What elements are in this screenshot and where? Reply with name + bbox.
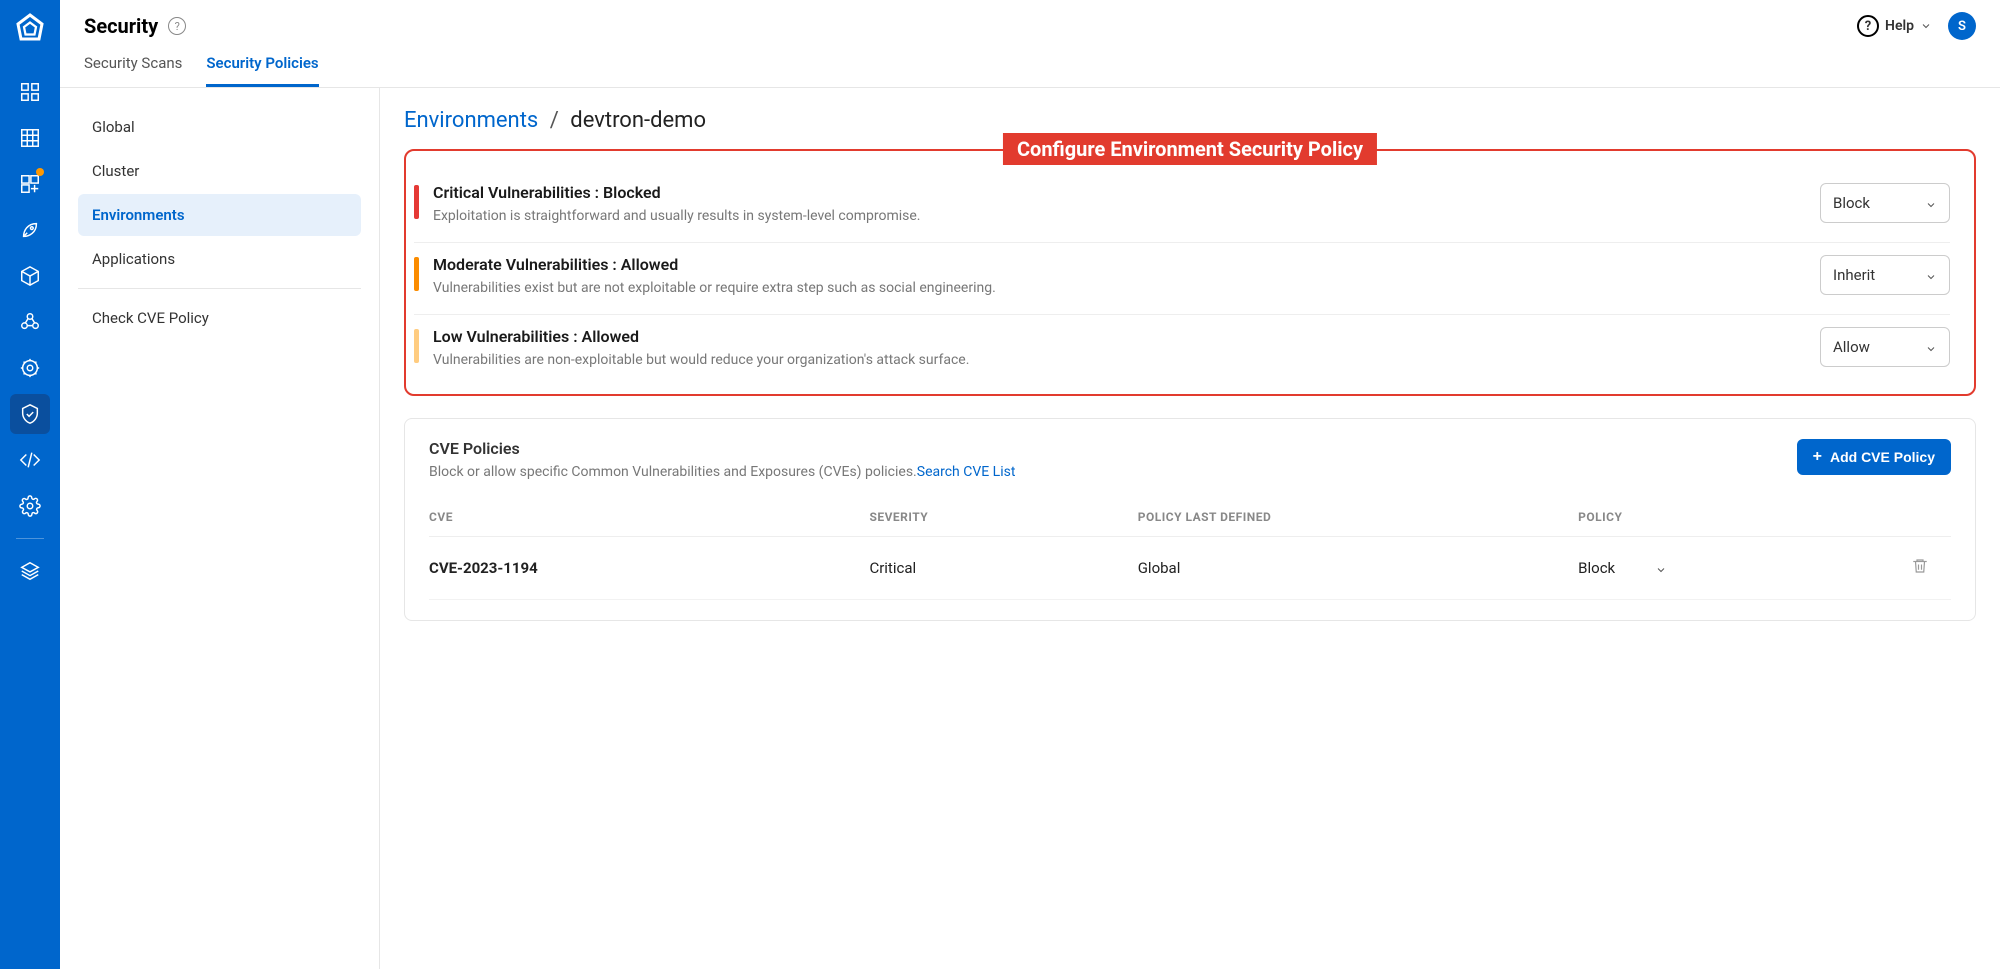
cve-policies-card: CVE Policies Block or allow specific Com… bbox=[404, 418, 1976, 621]
search-cve-link[interactable]: Search CVE List bbox=[917, 464, 1016, 480]
select-value: Allow bbox=[1833, 338, 1870, 356]
help-label: Help bbox=[1885, 18, 1914, 34]
cve-severity: Critical bbox=[869, 559, 1127, 577]
chevron-down-icon bbox=[1920, 20, 1932, 32]
nav-rail bbox=[0, 0, 60, 969]
breadcrumb: Environments / devtron-demo bbox=[404, 108, 1976, 133]
vuln-action-select-critical[interactable]: Block bbox=[1820, 183, 1950, 223]
tab-security-scans[interactable]: Security Scans bbox=[84, 54, 182, 87]
nav-cluster-icon[interactable] bbox=[10, 302, 50, 342]
vuln-desc: Vulnerabilities are non-exploitable but … bbox=[433, 352, 1806, 368]
nav-dashboard-icon[interactable] bbox=[10, 72, 50, 112]
vuln-action-select-low[interactable]: Allow bbox=[1820, 327, 1950, 367]
select-value: Block bbox=[1833, 194, 1870, 212]
avatar[interactable]: S bbox=[1948, 12, 1976, 40]
vuln-title: Moderate Vulnerabilities : Allowed bbox=[433, 255, 1806, 274]
severity-bar-moderate-icon bbox=[414, 257, 419, 291]
sidebar-divider bbox=[78, 288, 361, 289]
logo-icon[interactable] bbox=[12, 12, 48, 48]
breadcrumb-current: devtron-demo bbox=[570, 108, 706, 133]
col-last-defined: POLICY LAST DEFINED bbox=[1138, 510, 1568, 524]
chevron-down-icon bbox=[1925, 341, 1937, 353]
vuln-action-select-moderate[interactable]: Inherit bbox=[1820, 255, 1950, 295]
col-severity: SEVERITY bbox=[869, 510, 1127, 524]
cve-id[interactable]: CVE-2023-1194 bbox=[429, 559, 859, 577]
nav-code-icon[interactable] bbox=[10, 440, 50, 480]
vuln-row-critical: Critical Vulnerabilities : Blocked Explo… bbox=[414, 171, 1950, 243]
select-value: Inherit bbox=[1833, 266, 1875, 284]
nav-security-icon[interactable] bbox=[10, 394, 50, 434]
cve-policy-value: Block bbox=[1578, 559, 1615, 577]
add-cve-policy-button[interactable]: + Add CVE Policy bbox=[1797, 439, 1951, 475]
cve-card-subtitle: Block or allow specific Common Vulnerabi… bbox=[429, 464, 1015, 480]
tab-security-policies[interactable]: Security Policies bbox=[206, 54, 318, 87]
notification-dot-icon bbox=[36, 168, 44, 176]
col-cve: CVE bbox=[429, 510, 859, 524]
cve-table-row: CVE-2023-1194 Critical Global Block bbox=[429, 537, 1951, 600]
nav-apps-icon[interactable] bbox=[10, 164, 50, 204]
cve-card-title: CVE Policies bbox=[429, 439, 1015, 458]
vuln-desc: Exploitation is straightforward and usua… bbox=[433, 208, 1806, 224]
vuln-title: Critical Vulnerabilities : Blocked bbox=[433, 183, 1806, 202]
tabs: Security Scans Security Policies bbox=[60, 40, 2000, 88]
nav-rocket-icon[interactable] bbox=[10, 210, 50, 250]
sidebar-item-check-cve[interactable]: Check CVE Policy bbox=[78, 297, 361, 339]
severity-bar-critical-icon bbox=[414, 185, 419, 219]
col-policy: POLICY bbox=[1578, 510, 1901, 524]
callout-label: Configure Environment Security Policy bbox=[1003, 133, 1377, 165]
page-title: Security bbox=[84, 14, 158, 38]
delete-cve-button[interactable] bbox=[1911, 557, 1951, 579]
help-icon: ? bbox=[1857, 15, 1879, 37]
policy-sidebar: Global Cluster Environments Applications… bbox=[60, 88, 380, 969]
help-hint-icon[interactable]: ? bbox=[168, 17, 186, 35]
rail-divider bbox=[16, 538, 44, 539]
vuln-title: Low Vulnerabilities : Allowed bbox=[433, 327, 1806, 346]
nav-config-icon[interactable] bbox=[10, 486, 50, 526]
content-area: Environments / devtron-demo Configure En… bbox=[380, 88, 2000, 969]
sidebar-item-environments[interactable]: Environments bbox=[78, 194, 361, 236]
help-button[interactable]: ? Help bbox=[1857, 15, 1932, 37]
chevron-down-icon bbox=[1655, 562, 1667, 574]
sidebar-item-cluster[interactable]: Cluster bbox=[78, 150, 361, 192]
vuln-row-low: Low Vulnerabilities : Allowed Vulnerabil… bbox=[414, 315, 1950, 386]
cve-table-header: CVE SEVERITY POLICY LAST DEFINED POLICY bbox=[429, 510, 1951, 537]
vulnerability-policy-panel: Configure Environment Security Policy Cr… bbox=[404, 149, 1976, 396]
add-cve-label: Add CVE Policy bbox=[1830, 449, 1935, 465]
cve-last-defined: Global bbox=[1138, 559, 1568, 577]
chevron-down-icon bbox=[1925, 197, 1937, 209]
vuln-desc: Vulnerabilities exist but are not exploi… bbox=[433, 280, 1806, 296]
breadcrumb-sep: / bbox=[550, 108, 559, 133]
cve-policy-select[interactable]: Block bbox=[1578, 559, 1901, 577]
cve-card-subtitle-text: Block or allow specific Common Vulnerabi… bbox=[429, 464, 917, 480]
nav-settings-gear-icon[interactable] bbox=[10, 348, 50, 388]
page-header: Security ? ? Help S bbox=[60, 0, 2000, 40]
nav-layers-icon[interactable] bbox=[10, 551, 50, 591]
chevron-down-icon bbox=[1925, 269, 1937, 281]
sidebar-item-applications[interactable]: Applications bbox=[78, 238, 361, 280]
severity-bar-low-icon bbox=[414, 329, 419, 363]
plus-icon: + bbox=[1813, 449, 1822, 465]
nav-grid-icon[interactable] bbox=[10, 118, 50, 158]
breadcrumb-environments[interactable]: Environments bbox=[404, 108, 538, 133]
nav-cube-icon[interactable] bbox=[10, 256, 50, 296]
sidebar-item-global[interactable]: Global bbox=[78, 106, 361, 148]
vuln-row-moderate: Moderate Vulnerabilities : Allowed Vulne… bbox=[414, 243, 1950, 315]
